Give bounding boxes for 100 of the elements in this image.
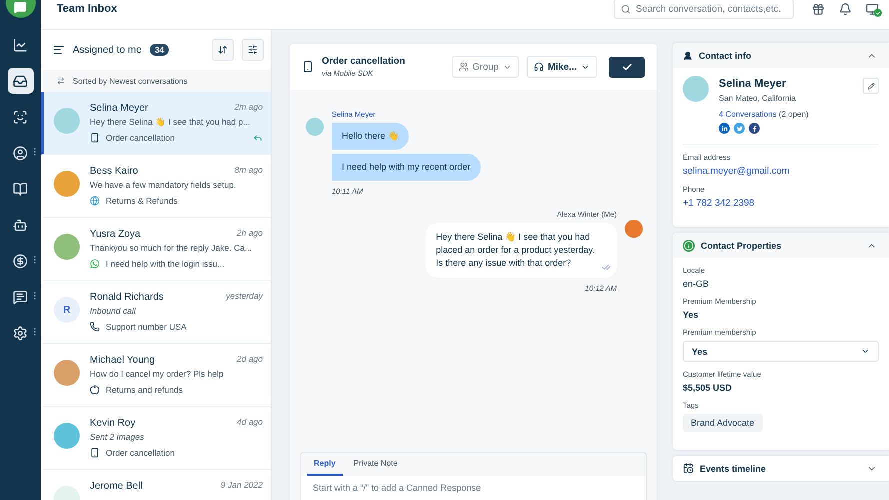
panel-header[interactable]: Contact Properties [673,233,889,258]
page-title: Team Inbox [57,3,118,15]
contact-name: Selina Meyer [90,103,150,114]
panel-title: Contact info [699,50,752,60]
contact-name: Michael Young [90,355,156,366]
conversation-title: Order cancellation [322,56,406,67]
sliders-icon [248,45,258,55]
conversation-time: 9 Jan 2022 [220,480,263,490]
users-icon [458,62,469,72]
message-preview: Sent 2 images [90,432,146,442]
globe-icon [90,196,100,206]
message-bubble: Hello there 👋 [332,123,410,150]
avatar-photo-placeholder [683,76,709,102]
conversation-time: 8m ago [234,165,263,175]
calendar-icon [683,463,694,474]
user-circle-icon [13,146,28,160]
conversation-time: 2m ago [234,102,263,112]
channel-label: Support number USA [106,322,188,332]
select-field[interactable]: Yes [683,341,879,362]
message-bubble: I need help with my recent order [332,154,481,181]
contact-name: Yusra Zoya [90,229,142,240]
search-icon [621,4,631,14]
tag-chip: Brand Advocate [683,414,763,432]
panel-title: Contact Properties [701,240,783,250]
chevron-down-icon [861,347,870,356]
panel-header[interactable]: Contact info [673,43,889,68]
conversation-time: yesterday [226,291,263,301]
contact-name: Bess Kairo [90,166,140,177]
info-icon [683,240,695,252]
field-value: en-GB [683,279,710,289]
channel-label: Returns and refunds [106,385,184,395]
chat-icon [13,290,28,304]
arrows-icon [57,77,65,85]
channel-label: Order cancellation [106,448,176,458]
book-icon [13,182,28,196]
gift-icon[interactable] [812,3,825,16]
channel-label: Order cancellation [106,133,176,143]
conversations-summary: 4 Conversations (2 open) [719,110,809,119]
message-preview: Hey there Selina 👋 I see that you had p... [90,117,252,127]
chart-icon [13,38,28,52]
nav-button[interactable] [8,68,34,94]
conversation-time: 2d ago [237,354,263,364]
field-link[interactable]: +1 782 342 2398 [683,198,879,209]
avatar: R [54,297,80,323]
avatar-photo-placeholder [306,118,324,136]
conversation-item[interactable]: Selina Meyer 2m ago Hey there Selina 👋 I see that you had p... Order cancellation [41,92,271,155]
message-preview: How do I cancel my order? Pls help [90,369,225,379]
composer-tab[interactable]: Private Note [346,453,405,476]
facebook-icon[interactable] [749,123,760,134]
edit-button[interactable] [863,78,879,94]
filter-button[interactable] [242,39,264,61]
monitor-check-icon[interactable] [866,3,879,16]
count-badge: 34 [150,44,170,56]
settings-icon [13,326,28,340]
panel-header[interactable]: Events timeline [673,456,889,481]
check-icon [622,62,632,72]
robot-icon [13,218,28,232]
bell-icon[interactable] [839,3,852,16]
filter-label[interactable]: Assigned to me [73,44,142,56]
sort-label: Sorted by Newest conversations [73,76,188,86]
resolve-button[interactable] [609,56,645,78]
channel-label: I need help with the login issu... [106,259,226,269]
sort-icon [218,45,228,55]
smartphone-icon [302,61,314,73]
avatar-photo-placeholder [625,220,643,238]
chat-phone-icon [90,259,100,269]
menu-icon[interactable] [53,44,65,56]
conversations-link[interactable]: 4 Conversations [719,110,777,119]
linkedin-icon[interactable] [719,123,730,134]
panel-title: Events timeline [700,464,768,474]
message-preview: We have a few mandatory fields setup. [90,180,238,190]
message-bubble: Hey there Selina 👋 I see that you had placed an order for a product yesterday. Is there any issue with that order? [426,223,617,278]
group-dropdown[interactable]: Group [452,56,519,78]
contact-name: Jerome Bell [90,481,144,492]
channel-label: Returns & Refunds [106,196,179,206]
reply-input[interactable]: Start with a “/” to add a Canned Response [301,476,646,500]
smartphone-icon [90,448,100,458]
contact-name: Kevin Roy [90,418,137,429]
search-field[interactable]: Search conversation, contacts,etc. [614,0,794,19]
person-icon [683,50,693,60]
contact-name: Ronald Richards [90,292,165,303]
twitter-icon[interactable] [734,123,745,134]
smartphone-icon [90,133,100,143]
dollar-icon [13,254,28,268]
conversation-time: 2h ago [237,228,263,238]
agent-dropdown[interactable]: Mike... [526,56,597,78]
phone-icon [90,322,100,332]
inbox-icon [13,74,28,88]
headphones-icon [534,62,544,72]
contact-name: Selina Meyer [719,78,788,90]
field-link[interactable]: selina.meyer@gmail.com [683,166,879,177]
contact-location: San Mateo, California [719,94,797,103]
message-preview: Inbound call [90,306,137,316]
field-value: $5,505 USD [683,383,734,393]
apple-icon [90,385,100,395]
scan-face-icon [13,110,28,124]
sort-button[interactable] [212,39,234,61]
pencil-icon [868,82,874,90]
conversation-time: 4d ago [237,417,263,427]
field-value: Yes [683,310,700,320]
